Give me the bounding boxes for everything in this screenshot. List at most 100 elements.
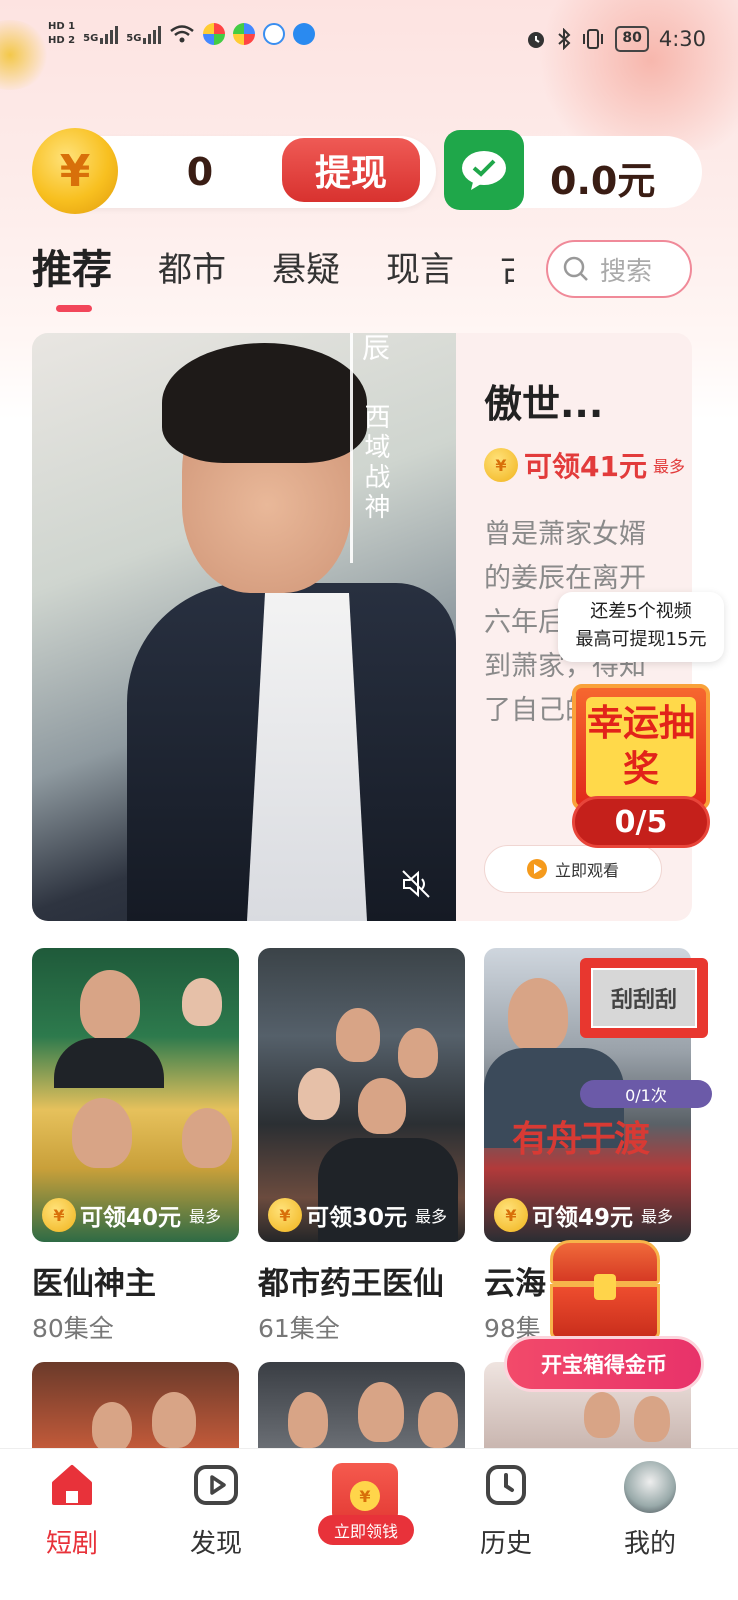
nav-discover-label: 发现	[189, 1529, 242, 1559]
poster-title-fragment: 辰	[358, 333, 391, 361]
poster-figure	[288, 1392, 328, 1448]
home-icon	[52, 1465, 92, 1505]
signal-bars-icon	[143, 24, 162, 44]
open-treasure-button[interactable]: 开宝箱得金币	[504, 1336, 704, 1392]
drama-poster[interactable]: ¥ 可领30元 最多	[258, 948, 465, 1242]
coin-icon: ¥	[494, 1198, 528, 1232]
battery-level: 80	[615, 26, 649, 52]
status-bar: HD 1 HD 2 5G 5G 80 4:30	[0, 0, 738, 82]
nav-short-drama[interactable]: 短剧	[12, 1461, 132, 1560]
poster-figure	[508, 978, 568, 1052]
treasure-chest-icon[interactable]	[540, 1240, 670, 1340]
vibrate-icon	[583, 29, 604, 49]
poster-figure	[72, 1098, 132, 1168]
wifi-icon	[170, 25, 195, 43]
drama-episodes: 80集全	[32, 1314, 114, 1343]
avatar	[624, 1461, 676, 1513]
hd2-label: HD 2	[48, 35, 76, 46]
withdraw-button[interactable]: 提现	[282, 138, 420, 202]
cash-balance: 0.0元	[550, 159, 656, 203]
play-icon	[194, 1465, 238, 1505]
poster-figure	[247, 593, 367, 921]
coin-icon: ¥	[42, 1198, 76, 1232]
tab-recommend[interactable]: 推荐	[32, 240, 112, 312]
tab-urban[interactable]: 都市	[158, 240, 226, 300]
app-notification-icon	[203, 23, 226, 45]
browser-icon	[293, 23, 316, 45]
poster-line	[350, 333, 353, 563]
signal-bars-icon	[100, 24, 119, 44]
nav-mine[interactable]: 我的	[590, 1461, 710, 1560]
poster-figure	[358, 1078, 406, 1134]
nav-discover[interactable]: 发现	[156, 1461, 276, 1560]
bottom-navigation: 短剧 发现 ¥ 立即领钱 历史 我的	[0, 1448, 738, 1600]
coin-balance: 0	[186, 150, 214, 194]
clock: 4:30	[658, 27, 706, 51]
search-placeholder: 搜索	[600, 256, 653, 287]
poster-figure	[182, 978, 222, 1026]
drama-episodes: 61集全	[258, 1314, 340, 1343]
scratch-card-count: 0/1次	[580, 1080, 712, 1108]
poster-figure	[54, 1038, 164, 1088]
app-notification-icon	[233, 23, 256, 45]
nav-mine-label: 我的	[623, 1529, 676, 1559]
clock-icon	[486, 1465, 526, 1505]
poster-title: 有舟于渡	[512, 1119, 650, 1160]
drama-reward-text: 可领40元	[80, 1205, 182, 1231]
search-input[interactable]: 搜索	[546, 240, 692, 298]
lucky-draw-widget[interactable]: 幸运抽奖 0/5	[568, 684, 714, 860]
tab-suspense[interactable]: 悬疑	[272, 240, 340, 300]
signal-2-label: 5G	[126, 33, 142, 44]
drama-reward-text: 可领30元	[306, 1205, 408, 1231]
coin-icon: ¥	[484, 448, 518, 482]
poster-figure	[80, 970, 140, 1040]
mute-icon[interactable]	[400, 868, 432, 900]
drama-card[interactable]: ¥ 可领40元 最多 医仙神主 80集全	[32, 948, 239, 1345]
status-left: HD 1 HD 2 5G 5G	[48, 20, 316, 48]
featured-reward: ¥ 可领41元 最多	[484, 445, 685, 485]
nav-history[interactable]: 历史	[446, 1461, 566, 1560]
featured-poster[interactable]: 辰 西域战神	[32, 333, 456, 921]
watch-now-label: 立即观看	[554, 861, 619, 880]
drama-reward-text: 可领49元	[532, 1205, 634, 1231]
lucky-draw-progress: 0/5	[572, 796, 710, 848]
signal-1-label: 5G	[83, 33, 99, 44]
hd1-label: HD 1	[48, 21, 76, 32]
drama-poster[interactable]	[258, 1362, 465, 1448]
message-icon	[263, 23, 286, 45]
scratch-card-button[interactable]: 刮刮刮	[580, 958, 708, 1038]
poster-figure	[358, 1382, 404, 1442]
status-right: 80 4:30	[525, 26, 706, 52]
drama-reward-suffix: 最多	[189, 1207, 222, 1226]
drama-reward: ¥ 可领40元 最多	[42, 1198, 221, 1232]
lucky-draw-label: 幸运抽奖	[586, 697, 696, 797]
lucky-draw-badge[interactable]: 幸运抽奖	[572, 684, 710, 810]
drama-reward-suffix: 最多	[415, 1207, 448, 1226]
coin-icon: ¥	[350, 1481, 380, 1511]
wechat-pay-icon	[444, 130, 524, 210]
play-icon	[526, 859, 547, 879]
gold-coin-icon: ¥	[32, 128, 118, 214]
drama-reward-suffix: 最多	[641, 1207, 674, 1226]
tab-modern-romance[interactable]: 现言	[386, 240, 454, 300]
chest-lock	[594, 1274, 616, 1300]
poster-figure	[92, 1402, 132, 1448]
tab-ancient[interactable]: 古	[500, 240, 514, 300]
poster-figure	[336, 1008, 380, 1062]
drama-poster[interactable]	[32, 1362, 239, 1448]
poster-figure	[298, 1068, 340, 1120]
drama-reward: ¥ 可领49元 最多	[494, 1198, 673, 1232]
signal-2: 5G	[126, 24, 162, 44]
nav-get-money-label[interactable]: 立即领钱	[318, 1515, 414, 1545]
nav-history-label: 历史	[479, 1529, 532, 1559]
nav-short-drama-label: 短剧	[45, 1529, 98, 1559]
drama-title: 医仙神主	[32, 1266, 156, 1302]
scratch-card-label: 刮刮刮	[591, 968, 697, 1028]
category-tabs: 推荐 都市 悬疑 现言 古	[32, 240, 514, 312]
drama-poster[interactable]: ¥ 可领40元 最多	[32, 948, 239, 1242]
featured-title: 傲世...	[484, 382, 604, 426]
lottery-tip-line2: 最高可提现15元	[575, 629, 707, 650]
signal-1: 5G	[83, 24, 119, 44]
hd-indicator: HD 1 HD 2	[48, 20, 75, 48]
drama-card[interactable]: ¥ 可领30元 最多 都市药王医仙 61集全	[258, 948, 465, 1345]
